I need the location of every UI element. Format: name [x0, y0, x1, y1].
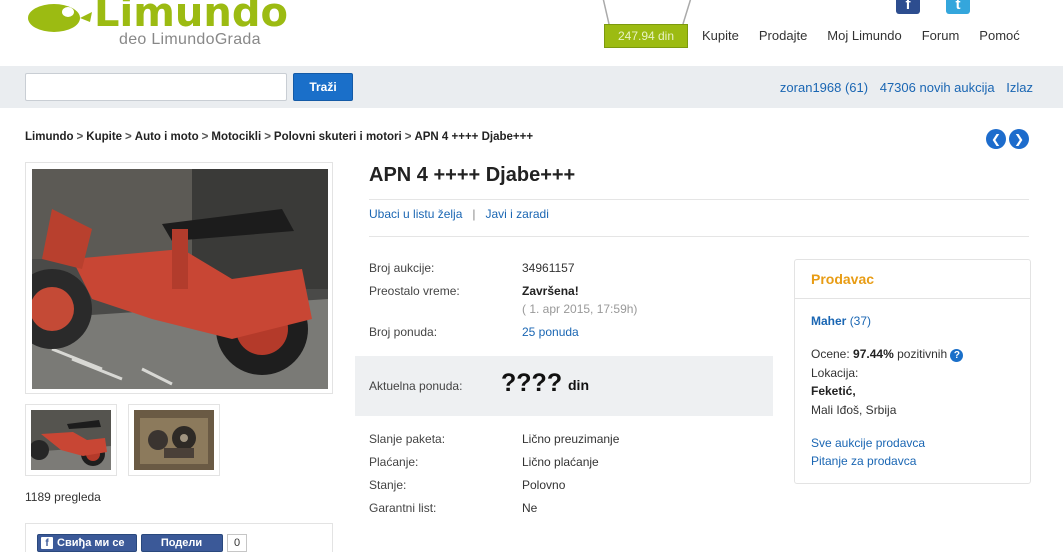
breadcrumb-motocikli[interactable]: Motocikli	[211, 131, 261, 143]
moped-photo	[32, 169, 328, 389]
user-bar: zoran1968 (61) 47306 novih aukcija Izlaz	[772, 80, 1033, 95]
breadcrumb-auto-i-moto[interactable]: Auto i moto	[135, 131, 199, 143]
breadcrumb-separator: >	[76, 131, 84, 143]
twitter-icon[interactable]: t	[946, 0, 970, 14]
title-divider	[369, 199, 1029, 200]
facebook-like-button[interactable]: f Свиђа ми се	[37, 534, 137, 552]
payment-value: Lično plaćanje	[522, 455, 599, 469]
ask-seller-link[interactable]: Pitanje za prodavca	[811, 454, 916, 468]
breadcrumb: Limundo > Kupite > Auto i moto > Motocikli > Pol…	[25, 131, 533, 143]
score-suffix: pozitivnih	[897, 347, 948, 361]
breadcrumb-separator: >	[404, 131, 412, 143]
username-link[interactable]: zoran1968 (61)	[780, 80, 868, 95]
seller-rating-count[interactable]: (37)	[850, 314, 871, 328]
nav-kupite[interactable]: Kupite	[702, 28, 739, 43]
next-listing-arrow-icon[interactable]: ❯	[1009, 129, 1029, 149]
facebook-icon: f	[41, 537, 53, 549]
location-city: Feketić,	[811, 384, 856, 398]
location-city-text: Feketić,	[811, 384, 856, 398]
time-left-value: Završena!	[522, 284, 579, 298]
score-label: Ocene:	[811, 347, 850, 361]
current-bid-box: Aktuelna ponuda: ???? din	[355, 356, 773, 416]
facebook-icon[interactable]: f	[896, 0, 920, 14]
auction-number-value: 34961157	[522, 261, 575, 275]
thumbnail-image	[31, 410, 111, 470]
breadcrumb-kupite[interactable]: Kupite	[86, 131, 122, 143]
leaf-logo-icon	[28, 4, 92, 32]
search-button[interactable]: Traži	[293, 73, 353, 101]
seller-panel: Prodavac Maher (37) Ocene: 97.44% poziti…	[794, 259, 1031, 484]
warranty-value: Ne	[522, 501, 538, 515]
view-count: 1189 pregleda	[25, 490, 101, 504]
nav-pomoc[interactable]: Pomoć	[979, 28, 1019, 43]
score-value: 97.44%	[853, 347, 894, 361]
breadcrumb-separator: >	[201, 131, 209, 143]
facebook-share-button[interactable]: Подели	[141, 534, 223, 552]
current-bid-amount: ????	[501, 369, 563, 397]
seller-divider	[795, 298, 1030, 299]
balance-hanger-icon	[602, 0, 692, 24]
shipping-value: Lično preuzimanje	[522, 432, 620, 446]
time-left-label: Preostalo vreme:	[369, 284, 460, 298]
shipping-label: Slanje paketa:	[369, 432, 446, 446]
add-to-wishlist-link[interactable]: Ubaci u listu želja	[369, 207, 462, 221]
current-bid-currency: din	[568, 377, 589, 393]
previous-listing-arrow-icon[interactable]: ❮	[986, 129, 1006, 149]
bid-count-label: Broj ponuda:	[369, 325, 438, 339]
breadcrumb-limundo[interactable]: Limundo	[25, 131, 74, 143]
account-balance[interactable]: 247.94 din	[604, 24, 688, 48]
breadcrumb-polovni-skuteri[interactable]: Polovni skuteri i motori	[274, 131, 402, 143]
search-input[interactable]	[25, 73, 287, 101]
auction-number-label: Broj aukcije:	[369, 261, 435, 275]
thumbnail-image	[134, 410, 214, 470]
breadcrumb-separator: >	[125, 131, 132, 143]
logout-link[interactable]: Izlaz	[1006, 80, 1033, 95]
current-bid-label: Aktuelna ponuda:	[369, 379, 463, 393]
logo-tagline: deo LimundoGrada	[119, 31, 261, 48]
breadcrumb-separator: >	[264, 131, 271, 143]
new-auctions-link[interactable]: 47306 novih aukcija	[880, 80, 995, 95]
nav-moj-limundo[interactable]: Moj Limundo	[827, 28, 901, 43]
listing-actions: Ubaci u listu želja | Javi i zaradi	[369, 207, 549, 221]
end-date: ( 1. apr 2015, 17:59h)	[522, 302, 638, 316]
condition-value: Polovno	[522, 478, 566, 492]
seller-name-line: Maher (37)	[811, 314, 871, 328]
location-region: Mali Iđoš, Srbija	[811, 403, 897, 417]
payment-label: Plaćanje:	[369, 455, 419, 469]
limundo-logo[interactable]: Limundo deo LimundoGrada	[24, 0, 294, 54]
seller-heading: Prodavac	[811, 271, 875, 287]
top-navigation: Kupite Prodajte Moj Limundo Forum Pomoć	[702, 28, 1040, 43]
nav-prodajte[interactable]: Prodajte	[759, 28, 807, 43]
actions-divider	[369, 236, 1029, 237]
help-icon[interactable]: ?	[950, 349, 964, 362]
seller-name-link[interactable]: Maher	[811, 314, 846, 328]
like-label: Свиђа ми се	[57, 537, 125, 549]
main-photo[interactable]	[25, 162, 333, 394]
listing-title: APN 4 ++++ Djabe+++	[369, 164, 576, 186]
seller-all-auctions-link[interactable]: Sve aukcije prodavca	[811, 436, 925, 450]
bid-count-link[interactable]: 25 ponuda	[522, 325, 579, 339]
breadcrumb-current: APN 4 ++++ Djabe+++	[414, 131, 534, 143]
action-separator: |	[472, 207, 476, 221]
location-label: Lokacija:	[811, 366, 859, 380]
warranty-label: Garantni list:	[369, 501, 437, 515]
social-share-box: f Свиђа ми се Подели 0	[25, 523, 333, 552]
condition-label: Stanje:	[369, 478, 407, 492]
nav-forum[interactable]: Forum	[922, 28, 960, 43]
seller-score-line: Ocene: 97.44% pozitivnih ?	[811, 347, 964, 362]
report-and-earn-link[interactable]: Javi i zaradi	[486, 207, 549, 221]
photo-thumbnail[interactable]	[25, 404, 117, 476]
like-count: 0	[227, 534, 248, 552]
photo-thumbnail[interactable]	[128, 404, 220, 476]
search-bar: Traži zoran1968 (61) 47306 novih aukcija…	[0, 66, 1063, 108]
